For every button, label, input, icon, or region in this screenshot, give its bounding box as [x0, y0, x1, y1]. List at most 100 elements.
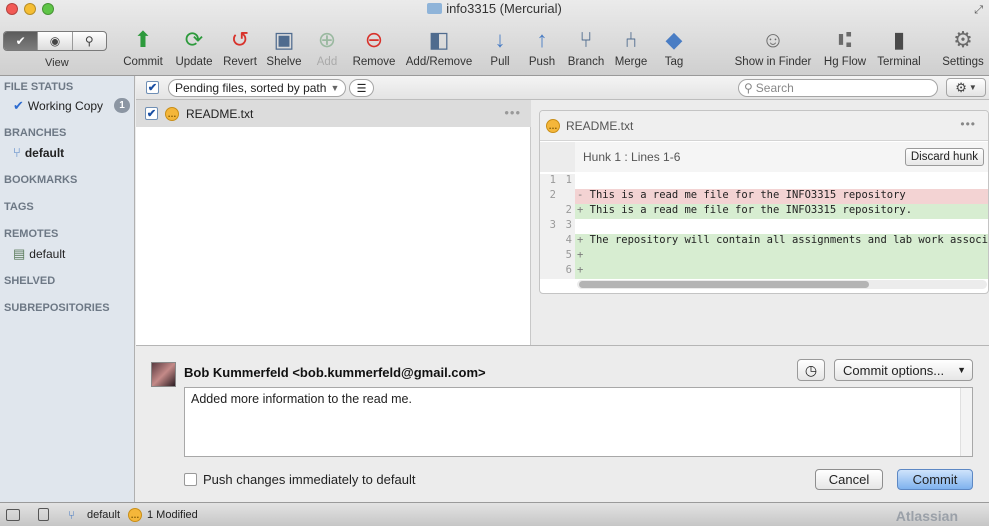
- commit-options-label: Commit options...: [843, 362, 945, 378]
- select-all-checkbox[interactable]: ✔: [146, 81, 159, 94]
- working-copy-icon: ✔: [13, 98, 24, 113]
- push-option[interactable]: Push changes immediately to default: [184, 472, 415, 487]
- show-in-finder-button[interactable]: ☺ Show in Finder: [733, 26, 813, 68]
- remove-icon: ⊖: [364, 27, 384, 52]
- sidebar-heading-file-status: FILE STATUS: [4, 81, 74, 93]
- new-line-number: 5: [565, 249, 572, 261]
- diff-marker: +: [577, 204, 584, 216]
- sidebar-heading-subrepositories[interactable]: SUBREPOSITORIES: [4, 302, 110, 314]
- tag-button[interactable]: ◆ Tag: [634, 26, 714, 68]
- diff-file-header: … README.txt •••: [540, 111, 988, 141]
- new-line-number: 4: [565, 234, 572, 246]
- settings-icon: ⚙: [953, 27, 973, 52]
- branch-icon: ⑂: [13, 145, 21, 160]
- folder-icon: [427, 3, 443, 14]
- diff-marker: +: [577, 249, 584, 261]
- commit-icon: ⬆: [133, 27, 153, 52]
- list-options-button[interactable]: ☰: [349, 79, 374, 97]
- diff-marker: -: [577, 189, 584, 201]
- old-line-number: 1: [549, 174, 556, 186]
- settings-label: Settings: [942, 56, 984, 68]
- toggle-sidebar-icon[interactable]: [6, 509, 20, 521]
- view-search-segment[interactable]: ⚲: [73, 32, 106, 50]
- hunk-header: Hunk 1 : Lines 1-6 Discard hunk: [540, 142, 988, 172]
- commit-message-input[interactable]: Added more information to the read me.: [184, 387, 973, 457]
- modified-icon: …: [165, 106, 179, 121]
- diff-card: … README.txt ••• Hunk 1 : Lines 1-6 Disc…: [539, 110, 989, 294]
- discard-hunk-button[interactable]: Discard hunk: [904, 148, 984, 166]
- search-icon: ⚲: [84, 34, 94, 48]
- commit-options-dropdown[interactable]: Commit options... ▼: [834, 359, 973, 381]
- diff-line[interactable]: 6 +: [540, 264, 988, 279]
- avatar: [151, 362, 176, 387]
- tag-label: Tag: [664, 56, 684, 68]
- modified-icon: …: [546, 118, 560, 133]
- status-bar: ⑂ default … 1 Modified Atlassian: [0, 502, 989, 526]
- settings-button[interactable]: ⚙ Settings: [923, 26, 989, 68]
- vertical-scrollbar[interactable]: [960, 388, 972, 456]
- file-options-button[interactable]: ⚙ ▼: [946, 78, 986, 97]
- history-icon: ◉: [49, 34, 61, 48]
- old-line-number: 2: [549, 189, 556, 201]
- sidebar-heading-bookmarks[interactable]: BOOKMARKS: [4, 174, 77, 186]
- diff-line[interactable]: 4 + The repository will contain all assig…: [540, 234, 989, 249]
- diff-line[interactable]: 5 +: [540, 249, 988, 264]
- sidebar-item-label: Working Copy: [27, 99, 104, 113]
- sort-dropdown-label: Pending files, sorted by path: [175, 81, 327, 95]
- view-file-status-segment[interactable]: ✔: [4, 32, 39, 50]
- status-modified-count: 1 Modified: [147, 509, 198, 521]
- chevron-down-icon: ▼: [968, 83, 977, 92]
- branch-icon: ⑂: [68, 508, 76, 522]
- working-copy-count-badge: 1: [114, 98, 130, 113]
- old-line-number: 3: [549, 219, 556, 231]
- sidebar-item-branch-default[interactable]: ⑂ default: [13, 145, 64, 160]
- search-icon: ⚲: [744, 81, 753, 95]
- search-input[interactable]: ⚲ Search: [738, 79, 938, 97]
- tag-icon: ◆: [665, 27, 683, 52]
- diff-line[interactable]: 11: [540, 174, 988, 189]
- view-history-segment[interactable]: ◉: [38, 32, 73, 50]
- sidebar-item-label: default: [29, 247, 66, 261]
- file-row[interactable]: ✔ … README.txt •••: [136, 100, 531, 127]
- file-list-toolbar: ✔ Pending files, sorted by path ▼ ☰ ⚲ Se…: [136, 76, 989, 100]
- hunk-title: Hunk 1 : Lines 1-6: [583, 150, 681, 164]
- file-name: README.txt: [186, 106, 254, 121]
- show-in-finder-label: Show in Finder: [734, 56, 812, 68]
- commit-author: Bob Kummerfeld <bob.kummerfeld@gmail.com…: [184, 365, 486, 380]
- diff-line-text: The repository will contain all assignme…: [589, 234, 989, 246]
- diff-file-name: README.txt: [566, 118, 634, 133]
- diff-line-text: This is a read me file for the INFO3315 …: [589, 204, 913, 216]
- cancel-button[interactable]: Cancel: [815, 469, 883, 490]
- more-options-icon[interactable]: •••: [960, 117, 976, 131]
- sidebar-heading-shelved[interactable]: SHELVED: [4, 275, 55, 287]
- horizontal-scrollbar[interactable]: [577, 280, 987, 289]
- diff-line[interactable]: 33: [540, 219, 988, 234]
- sort-dropdown[interactable]: Pending files, sorted by path ▼: [168, 79, 347, 97]
- fullscreen-icon[interactable]: ⤢: [974, 4, 983, 17]
- diff-line[interactable]: 2 - This is a read me file for the INFO33…: [540, 189, 988, 204]
- more-options-icon[interactable]: •••: [504, 105, 521, 120]
- diff-line[interactable]: 2 + This is a read me file for the INFO33…: [540, 204, 988, 219]
- window-title: info3315 (Mercurial): [0, 1, 989, 16]
- file-checkbox[interactable]: ✔: [145, 107, 158, 120]
- file-list: ✔ … README.txt •••: [136, 100, 531, 345]
- finder-icon: ☺: [761, 27, 785, 52]
- diff-pane: … README.txt ••• Hunk 1 : Lines 1-6 Disc…: [532, 100, 989, 345]
- commit-button[interactable]: Commit: [897, 469, 973, 490]
- sidebar-item-working-copy[interactable]: ✔ Working Copy: [13, 98, 103, 114]
- storage-icon[interactable]: [38, 508, 49, 521]
- clock-icon: ◷: [804, 361, 818, 378]
- search-placeholder: Search: [755, 81, 794, 95]
- status-branch: default: [87, 509, 121, 521]
- sidebar-heading-tags[interactable]: TAGS: [4, 201, 34, 213]
- diff-marker: +: [577, 264, 584, 276]
- view-label: View: [45, 57, 69, 69]
- commit-history-button[interactable]: ◷: [797, 359, 825, 381]
- remote-server-icon: ▤: [13, 246, 26, 261]
- add-remove-icon: ◧: [428, 27, 450, 52]
- sidebar-item-remote-default[interactable]: ▤ default: [13, 246, 65, 262]
- new-line-number: 2: [565, 204, 572, 216]
- push-checkbox[interactable]: [184, 473, 197, 486]
- chevron-down-icon: ▼: [330, 83, 340, 93]
- gear-icon: ⚙: [955, 79, 967, 95]
